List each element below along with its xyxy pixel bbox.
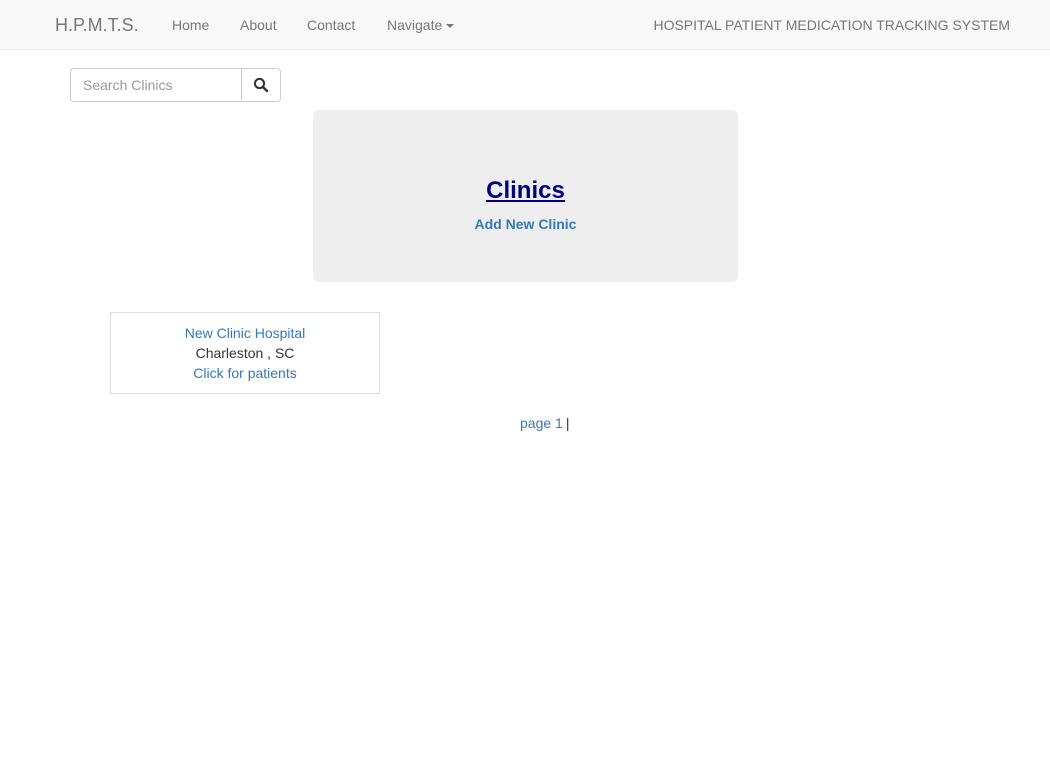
navigate-dropdown-label: Navigate xyxy=(387,17,443,33)
search-group xyxy=(70,68,281,102)
clinic-patients-link[interactable]: Click for patients xyxy=(111,363,379,383)
brand-link[interactable]: H.P.M.T.S. xyxy=(55,14,139,36)
nav-contact-link[interactable]: Contact xyxy=(307,16,355,34)
caret-down-icon xyxy=(446,24,455,29)
add-new-clinic-link[interactable]: Add New Clinic xyxy=(313,215,738,233)
clinic-card: New Clinic Hospital Charleston , SC Clic… xyxy=(110,312,380,394)
clinic-location: Charleston , SC xyxy=(195,345,295,361)
nav-about-link[interactable]: About xyxy=(240,16,277,34)
navigate-dropdown[interactable]: Navigate xyxy=(387,16,455,34)
clinics-title-link[interactable]: Clinics xyxy=(486,177,565,204)
search-icon xyxy=(253,77,269,93)
page-1-link[interactable]: page 1 xyxy=(520,415,563,431)
clinics-header-panel: Clinics Add New Clinic xyxy=(313,110,738,282)
search-button[interactable] xyxy=(241,68,281,102)
clinic-name-link[interactable]: New Clinic Hospital xyxy=(111,323,379,343)
navbar: H.P.M.T.S. Home About Contact Navigate H… xyxy=(0,0,1050,50)
system-title: HOSPITAL PATIENT MEDICATION TRACKING SYS… xyxy=(653,17,1010,33)
search-input[interactable] xyxy=(70,68,242,102)
nav-home-link[interactable]: Home xyxy=(172,16,209,34)
pagination: page 1 | xyxy=(520,414,569,432)
page-title: Clinics xyxy=(313,176,738,206)
pagination-separator: | xyxy=(565,415,570,431)
